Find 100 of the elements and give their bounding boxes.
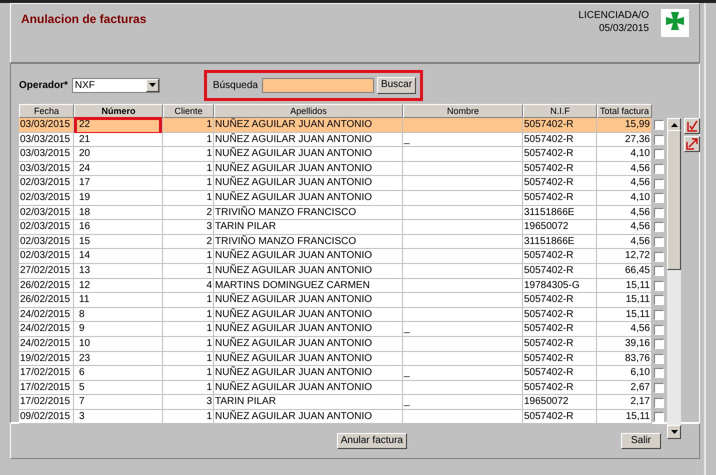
column-header[interactable]: Cliente: [163, 104, 214, 118]
row-checkbox[interactable]: [654, 237, 664, 248]
date-cell: 02/03/2015: [20, 192, 70, 203]
tax-id-cell: 5057402-R: [524, 352, 574, 364]
date-cell: 02/03/2015: [20, 221, 70, 232]
row-checkbox[interactable]: [654, 280, 664, 291]
row-checkbox[interactable]: [654, 295, 664, 306]
date-cell: 24/02/2015: [20, 323, 70, 334]
row-checkbox[interactable]: [654, 193, 664, 204]
number-cell: 10: [79, 338, 90, 349]
row-checkbox[interactable]: [654, 339, 664, 350]
tax-id-cell: 19650072: [524, 221, 568, 232]
number-cell: 5: [79, 382, 85, 393]
tax-id-cell: 5057402-R: [524, 410, 574, 422]
invoice-row[interactable]: 24/02/2015 9 1 NUÑEZ AGUILAR JUAN ANTONIO _ 5057402-R 4,56: [19, 322, 666, 337]
number-cell: 3: [79, 410, 85, 422]
tax-id-cell: 31151866E: [524, 206, 574, 218]
row-checkbox[interactable]: [654, 208, 664, 218]
search-field[interactable]: [262, 78, 374, 92]
total-cell: 15,11: [626, 308, 650, 320]
row-checkbox[interactable]: [654, 120, 664, 130]
invoice-row[interactable]: 02/03/2015 16 3 TARIN PILAR 19650072 4,56: [19, 220, 666, 235]
column-header[interactable]: Total factura: [597, 104, 652, 118]
row-checkbox[interactable]: [654, 398, 664, 408]
total-cell: 4,56: [630, 162, 650, 174]
column-header[interactable]: Nombre: [403, 104, 523, 118]
current-date: 05/03/2015: [598, 22, 649, 35]
date-cell: 02/03/2015: [20, 206, 70, 218]
total-cell: 4,56: [630, 221, 650, 232]
invoice-row[interactable]: 26/02/2015 11 1 NUÑEZ AGUILAR JUAN ANTONIO 5057402-R 15,11: [19, 293, 666, 308]
date-cell: 02/03/2015: [20, 236, 70, 247]
date-cell: 02/03/2015: [20, 177, 70, 188]
number-cell: 17: [79, 177, 90, 188]
invoice-row[interactable]: 19/02/2015 23 1 NUÑEZ AGUILAR JUAN ANTONIO 5057402-R 83,76: [19, 352, 666, 366]
invoice-row[interactable]: 03/03/2015 21 1 NUÑEZ AGUILAR JUAN ANTONIO _ 5057402-R 27,36: [19, 132, 666, 148]
invoice-row[interactable]: 27/02/2015 13 1 NUÑEZ AGUILAR JUAN ANTONIO 5057402-R 66,45: [19, 264, 666, 279]
invoice-row[interactable]: 24/02/2015 10 1 NUÑEZ AGUILAR JUAN ANTONIO 5057402-R 39,16: [19, 336, 666, 352]
client-cell: 1: [206, 250, 212, 262]
total-cell: 4,10: [630, 192, 650, 203]
total-cell: 15,11: [626, 280, 650, 291]
row-checkbox[interactable]: [654, 222, 664, 232]
invoice-row[interactable]: 02/03/2015 15 2 TRIVIÑO MANZO FRANCISCO 31151866E 4,56: [19, 234, 666, 250]
column-header[interactable]: Número: [74, 104, 163, 118]
client-cell: 1: [206, 338, 212, 349]
search-button[interactable]: Buscar: [376, 76, 416, 94]
exit-button[interactable]: Salir: [621, 433, 661, 449]
number-cell: 20: [79, 148, 90, 160]
total-cell: 4,10: [630, 148, 650, 160]
scrollbar[interactable]: [667, 118, 681, 439]
row-checkbox[interactable]: [654, 412, 664, 422]
column-header[interactable]: Apellidos: [214, 104, 403, 118]
row-checkbox[interactable]: [654, 310, 664, 320]
row-checkbox[interactable]: [654, 382, 664, 393]
invoice-row[interactable]: 02/03/2015 19 1 NUÑEZ AGUILAR JUAN ANTONIO 5057402-R 4,10: [19, 190, 666, 206]
surname-cell: NUÑEZ AGUILAR JUAN ANTONIO: [215, 323, 372, 334]
invoice-row[interactable]: 02/03/2015 14 1 NUÑEZ AGUILAR JUAN ANTONIO 5057402-R 12,72: [19, 249, 666, 264]
invoice-row[interactable]: 17/02/2015 6 1 NUÑEZ AGUILAR JUAN ANTONIO _ 5057402-R 6,10: [19, 366, 666, 381]
row-checkbox[interactable]: [654, 164, 664, 174]
number-cell: 7: [79, 396, 85, 408]
arrow-out-icon: [686, 138, 698, 150]
invoice-row[interactable]: 03/03/2015 24 1 NUÑEZ AGUILAR JUAN ANTONIO 5057402-R 4,56: [19, 162, 666, 176]
date-cell: 19/02/2015: [20, 352, 70, 364]
column-header[interactable]: Fecha: [19, 104, 74, 118]
invoice-row[interactable]: 09/02/2015 3 1 NUÑEZ AGUILAR JUAN ANTONIO 5057402-R 15,11: [19, 410, 666, 424]
tax-id-cell: 5057402-R: [524, 192, 574, 203]
total-cell: 6,10: [630, 367, 650, 378]
invoice-row[interactable]: 24/02/2015 8 1 NUÑEZ AGUILAR JUAN ANTONIO 5057402-R 15,11: [19, 308, 666, 322]
invoice-row[interactable]: 02/03/2015 18 2 TRIVIÑO MANZO FRANCISCO 31151866E 4,56: [19, 206, 666, 220]
row-checkbox[interactable]: [654, 134, 664, 145]
invoice-row[interactable]: 03/03/2015 20 1 NUÑEZ AGUILAR JUAN ANTONIO 5057402-R 4,10: [19, 147, 666, 162]
invoice-row[interactable]: 17/02/2015 5 1 NUÑEZ AGUILAR JUAN ANTONIO 5057402-R 2,67: [19, 380, 666, 396]
client-cell: 1: [206, 148, 212, 160]
row-checkbox[interactable]: [654, 354, 664, 364]
client-cell: 1: [206, 352, 212, 364]
tax-id-cell: 5057402-R: [524, 177, 574, 188]
total-cell: 27,36: [624, 134, 650, 145]
date-cell: 24/02/2015: [20, 338, 70, 349]
cancel-invoice-button[interactable]: Anular factura: [336, 433, 407, 449]
tax-id-cell: 5057402-R: [524, 250, 574, 262]
surname-cell: NUÑEZ AGUILAR JUAN ANTONIO: [215, 410, 372, 422]
number-cell: 15: [79, 236, 90, 247]
check-all-button[interactable]: [684, 118, 700, 134]
row-checkbox[interactable]: [654, 266, 664, 276]
date-cell: 03/03/2015: [20, 148, 70, 160]
surname-cell: NUÑEZ AGUILAR JUAN ANTONIO: [215, 177, 372, 188]
client-cell: 1: [206, 162, 212, 174]
row-checkbox[interactable]: [654, 178, 664, 189]
invoice-row[interactable]: 02/03/2015 17 1 NUÑEZ AGUILAR JUAN ANTONIO 5057402-R 4,56: [19, 176, 666, 191]
row-checkbox[interactable]: [654, 324, 664, 335]
invoice-row[interactable]: 17/02/2015 7 3 TARIN PILAR _ 19650072 2,17: [19, 395, 666, 410]
invoice-row[interactable]: 26/02/2015 12 4 MARTINS DOMINGUEZ CARMEN 19784305-G 15,11: [19, 278, 666, 294]
export-button[interactable]: [684, 136, 700, 152]
column-header[interactable]: N.I.F: [523, 104, 597, 118]
row-checkbox[interactable]: [654, 252, 664, 262]
row-checkbox[interactable]: [654, 149, 664, 160]
tax-id-cell: 19650072: [524, 396, 568, 408]
date-cell: 24/02/2015: [20, 308, 70, 320]
number-cell: 24: [79, 162, 90, 174]
row-checkbox[interactable]: [654, 368, 664, 378]
operator-dropdown[interactable]: NXF: [72, 78, 160, 92]
